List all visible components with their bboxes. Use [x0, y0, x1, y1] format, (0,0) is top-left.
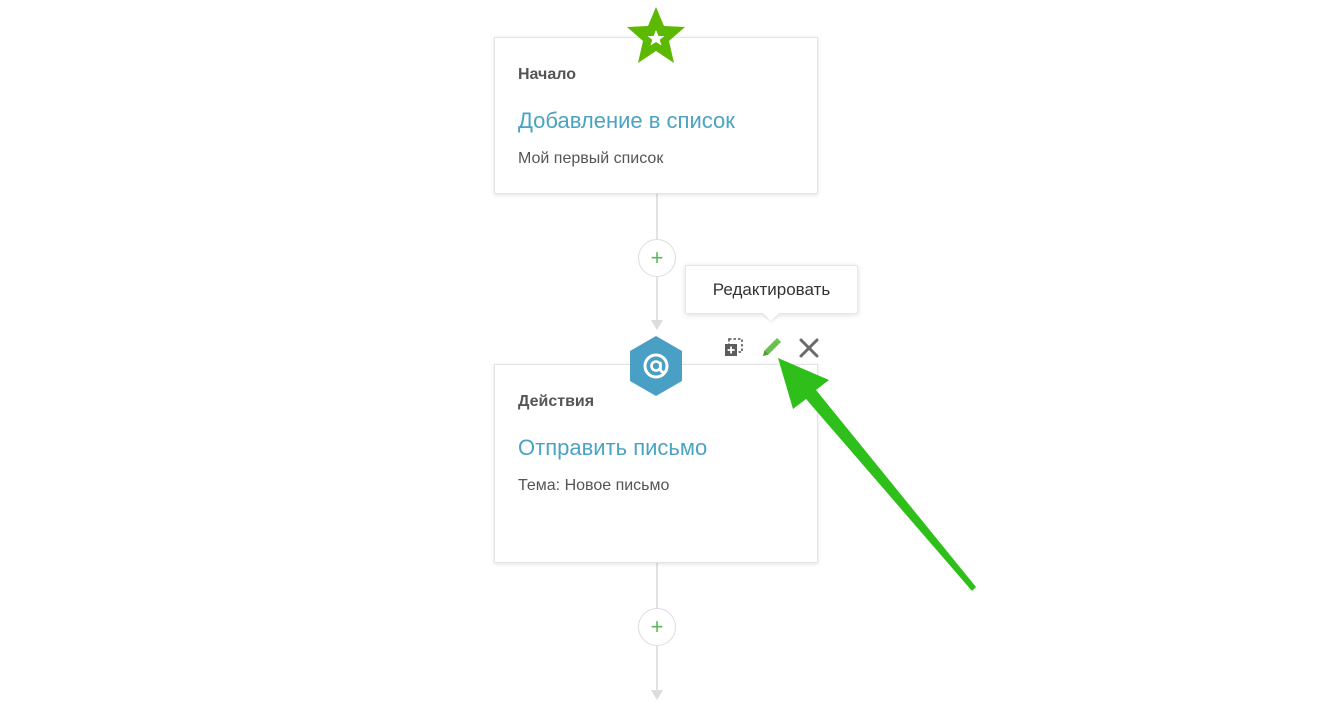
action-node-title[interactable]: Отправить письмо: [518, 435, 707, 461]
add-step-button[interactable]: +: [638, 239, 676, 277]
edit-tooltip: Редактировать: [685, 265, 858, 314]
connector-line: [656, 646, 658, 690]
connector-line: [656, 562, 658, 609]
star-icon: [627, 7, 685, 63]
duplicate-button[interactable]: [722, 336, 746, 360]
connector-line: [656, 194, 658, 240]
edit-button[interactable]: [759, 336, 783, 360]
tooltip-pointer: [763, 313, 779, 321]
add-step-button[interactable]: +: [638, 608, 676, 646]
start-node-subtitle: Мой первый список: [518, 150, 664, 167]
duplicate-icon: [725, 338, 743, 356]
automation-flow-canvas: Начало Добавление в список Мой первый сп…: [0, 0, 1323, 703]
close-icon: [799, 338, 819, 358]
delete-button[interactable]: [797, 336, 821, 360]
connector-line: [656, 276, 658, 320]
at-sign-icon: [630, 336, 682, 396]
connector-arrowhead: [651, 690, 663, 700]
start-node-title[interactable]: Добавление в список: [518, 108, 735, 134]
pencil-icon: [763, 338, 781, 356]
start-node-label: Начало: [518, 66, 576, 83]
action-node-label: Действия: [518, 393, 595, 410]
connector-arrowhead: [651, 320, 663, 330]
action-node-subtitle: Тема: Новое письмо: [518, 477, 670, 494]
